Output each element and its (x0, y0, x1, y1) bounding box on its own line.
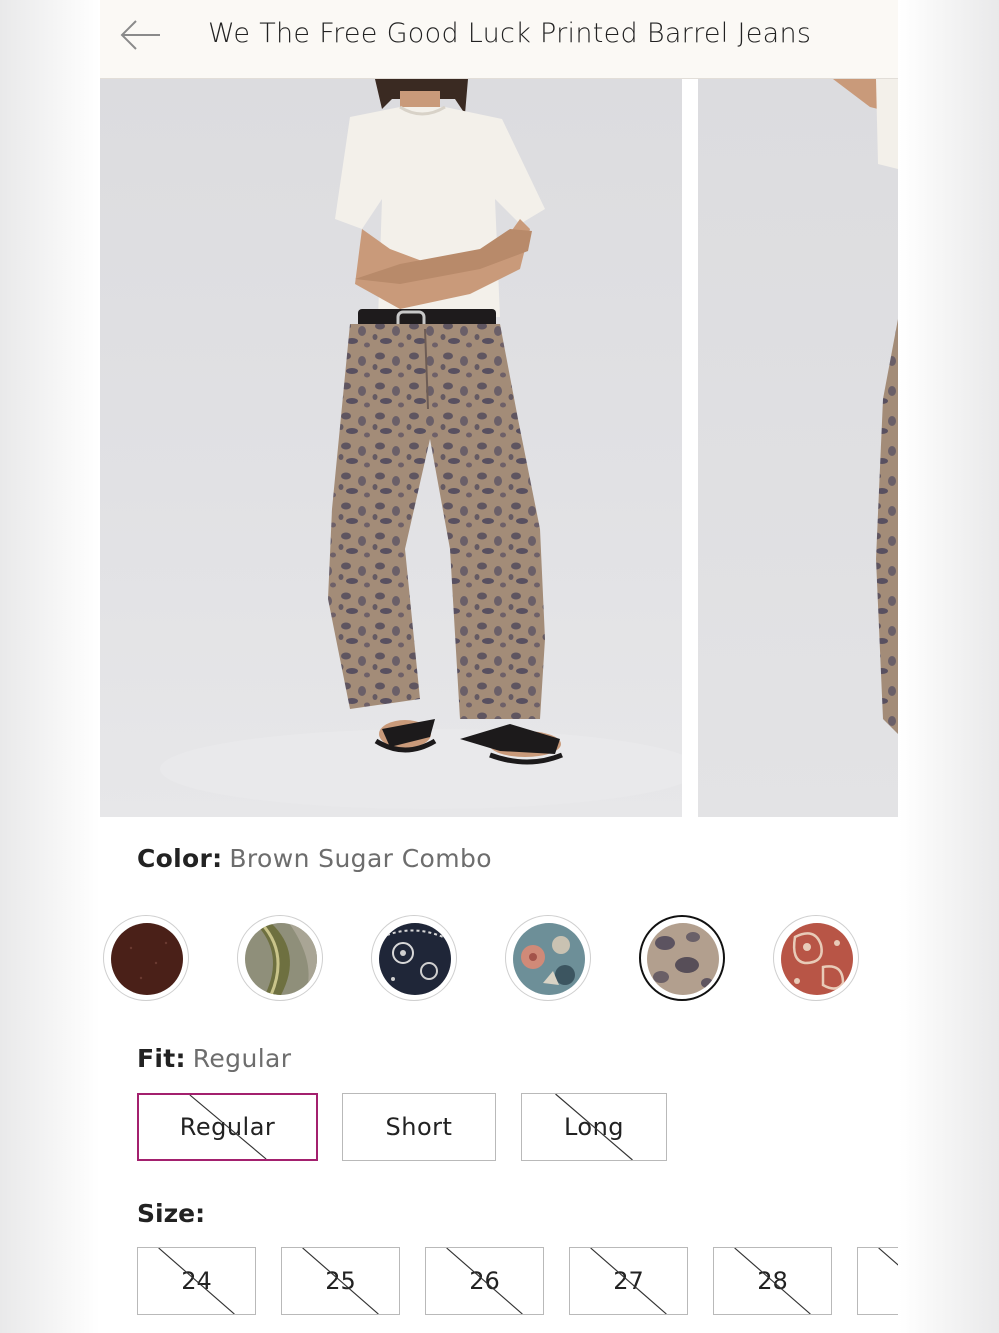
arrow-left-icon (120, 20, 160, 50)
color-swatch-brown-sugar-combo[interactable] (639, 915, 725, 1001)
product-page: We The Free Good Luck Printed Barrel Jea… (100, 0, 898, 1333)
fit-option-label: Short (385, 1113, 453, 1141)
color-swatch-dark-brown[interactable] (103, 915, 189, 1001)
model-side-illustration (833, 79, 898, 734)
size-label: Size: (137, 1199, 206, 1228)
back-button[interactable] (118, 15, 166, 55)
size-option-27[interactable]: 27 (569, 1247, 688, 1315)
color-label-row: Color: Brown Sugar Combo (137, 844, 492, 874)
size-option-28[interactable]: 28 (713, 1247, 832, 1315)
size-option-label: 28 (757, 1267, 788, 1295)
size-option-label: 27 (613, 1267, 644, 1295)
product-image-secondary[interactable] (698, 79, 898, 817)
selected-color-name: Brown Sugar Combo (229, 844, 492, 873)
fit-option-regular[interactable]: Regular (137, 1093, 318, 1161)
color-swatch-blue-floral[interactable] (505, 915, 591, 1001)
fit-option-long[interactable]: Long (521, 1093, 667, 1161)
size-option-label: 25 (325, 1267, 356, 1295)
selected-fit-name: Regular (192, 1044, 292, 1073)
model-front-illustration (160, 79, 682, 809)
fit-label-row: Fit: Regular (137, 1044, 291, 1074)
page-title: We The Free Good Luck Printed Barrel Jea… (208, 18, 812, 49)
size-option-24[interactable]: 24 (137, 1247, 256, 1315)
fit-option-label: Long (563, 1113, 625, 1141)
fit-option-label: Regular (179, 1113, 276, 1141)
product-image-gallery[interactable] (100, 79, 898, 817)
fit-label: Fit: (137, 1044, 186, 1073)
unavailable-strike-icon (878, 1248, 898, 1266)
color-label: Color: (137, 844, 223, 873)
fit-option-short[interactable]: Short (342, 1093, 496, 1161)
color-swatch-list (103, 915, 898, 1005)
color-swatch-red-paisley[interactable] (773, 915, 859, 1001)
size-option-label: 26 (469, 1267, 500, 1295)
color-swatch-green-stripe[interactable] (237, 915, 323, 1001)
size-option-26[interactable]: 26 (425, 1247, 544, 1315)
size-option-partial[interactable] (857, 1247, 898, 1315)
top-header: We The Free Good Luck Printed Barrel Jea… (100, 0, 898, 79)
size-option-label: 24 (181, 1267, 212, 1295)
color-swatch-navy-paisley[interactable] (371, 915, 457, 1001)
product-image-main[interactable] (100, 79, 682, 817)
size-option-25[interactable]: 25 (281, 1247, 400, 1315)
